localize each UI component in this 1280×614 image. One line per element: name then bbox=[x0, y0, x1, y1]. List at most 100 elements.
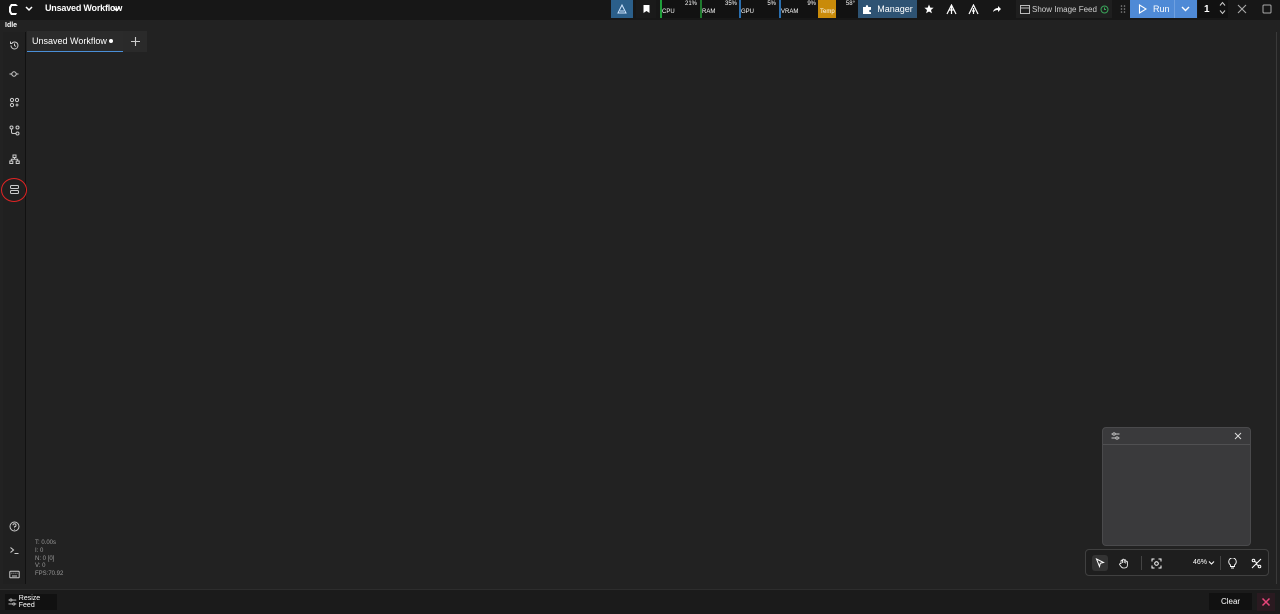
sidebar-item-model-library[interactable] bbox=[7, 123, 21, 137]
favorites-button[interactable] bbox=[919, 0, 939, 18]
run-button[interactable]: Run bbox=[1130, 0, 1197, 18]
image-feed-icon bbox=[1020, 4, 1030, 14]
minimap-panel[interactable] bbox=[1102, 427, 1251, 546]
run-divider bbox=[1174, 0, 1175, 18]
toolbar-separator bbox=[1141, 556, 1142, 570]
render-stats: T: 0.00s I: 0 N: 0 [0] V: 0 FPS:70.92 bbox=[35, 540, 63, 579]
comfy-hub-button[interactable] bbox=[611, 0, 633, 18]
manager-label: Manager bbox=[877, 4, 913, 14]
fit-view-button[interactable] bbox=[1148, 555, 1164, 571]
monitor-value: 9% bbox=[807, 1, 816, 7]
monitor-ram: 35% RAM bbox=[700, 0, 740, 18]
model-download-button[interactable] bbox=[963, 0, 983, 18]
workflow-title[interactable]: Unsaved Workflow bbox=[45, 3, 122, 13]
chevron-down-icon[interactable] bbox=[1180, 4, 1191, 14]
arch-download-icon bbox=[967, 3, 979, 14]
keyboard-icon bbox=[8, 570, 20, 578]
resize-icon bbox=[8, 598, 17, 606]
lightbulb-icon bbox=[1227, 557, 1237, 568]
sidebar-item-history[interactable] bbox=[7, 38, 21, 52]
history-icon bbox=[9, 40, 18, 49]
share-arrow-icon bbox=[993, 6, 1001, 12]
pointer-icon bbox=[1095, 558, 1105, 568]
select-mode-button[interactable] bbox=[1092, 555, 1108, 571]
show-image-feed-label: Show Image Feed bbox=[1032, 4, 1097, 14]
new-tab-button[interactable] bbox=[123, 31, 147, 52]
bookmark-button[interactable] bbox=[636, 0, 656, 18]
close-icon bbox=[1261, 597, 1271, 607]
arch-icon bbox=[945, 3, 957, 14]
drag-handle-icon[interactable] bbox=[1120, 4, 1126, 14]
batch-count-value[interactable]: 1 bbox=[1204, 4, 1210, 15]
workflows-icon bbox=[8, 154, 20, 164]
unsaved-dot-icon[interactable] bbox=[109, 39, 113, 43]
resize-feed-label: Resize Feed bbox=[18, 595, 41, 609]
maximize-button[interactable] bbox=[1258, 0, 1276, 18]
monitor-label: CPU bbox=[662, 9, 675, 15]
toggle-focus-button[interactable] bbox=[1224, 555, 1240, 571]
comfy-logo-icon[interactable] bbox=[6, 2, 20, 17]
image-feed-bar: Resize Feed Clear bbox=[0, 589, 1280, 614]
monitor-value: 35% bbox=[724, 1, 737, 7]
monitor-label: RAM bbox=[702, 9, 716, 15]
stat-i: I: 0 bbox=[35, 547, 44, 554]
top-menubar: Unsaved Workflow 21% CPU 35% RAM 5% GPU 9% VRAM… bbox=[0, 0, 1280, 20]
resize-feed-button[interactable]: Resize Feed bbox=[5, 594, 57, 610]
play-icon bbox=[1138, 4, 1147, 14]
clear-feed-button[interactable]: Clear bbox=[1209, 593, 1252, 610]
node-library-icon bbox=[9, 97, 19, 107]
chevron-down-icon[interactable] bbox=[1208, 560, 1215, 566]
monitor-value: 58° bbox=[845, 1, 855, 7]
batch-count-stepper[interactable]: 1 bbox=[1198, 0, 1228, 18]
sidebar-item-queue[interactable] bbox=[7, 67, 21, 81]
link-visibility-icon bbox=[1251, 558, 1261, 568]
pan-mode-button[interactable] bbox=[1115, 555, 1131, 571]
tab-unsaved-workflow[interactable]: Unsaved Workflow bbox=[27, 31, 123, 52]
show-image-feed-button[interactable]: Show Image Feed bbox=[1016, 0, 1112, 18]
monitor-value: 5% bbox=[767, 1, 776, 7]
sidebar-item-node-library[interactable] bbox=[7, 95, 21, 109]
stat-fps: FPS:70.92 bbox=[35, 571, 64, 578]
settings-icon[interactable] bbox=[1111, 432, 1120, 440]
clear-label: Clear bbox=[1220, 597, 1241, 606]
puzzle-icon bbox=[863, 4, 872, 14]
close-icon[interactable] bbox=[1234, 432, 1242, 440]
stat-v: V: 0 bbox=[35, 563, 46, 570]
sidebar-item-help[interactable] bbox=[7, 519, 21, 533]
close-button[interactable] bbox=[1233, 0, 1251, 18]
sidebar-item-workflows[interactable] bbox=[7, 152, 21, 166]
share-button[interactable] bbox=[987, 0, 1007, 18]
chevron-down-icon[interactable] bbox=[112, 4, 121, 14]
plus-icon bbox=[130, 37, 140, 46]
queue-status: Idle bbox=[5, 22, 18, 29]
sidebar-item-terminal[interactable] bbox=[7, 543, 21, 557]
zoom-level: 46% bbox=[1193, 559, 1208, 566]
hand-icon bbox=[1118, 558, 1128, 568]
help-icon bbox=[9, 521, 19, 531]
run-label: Run bbox=[1153, 4, 1170, 14]
model-manager-button[interactable] bbox=[941, 0, 961, 18]
star-icon bbox=[924, 4, 934, 14]
side-toolbar bbox=[1, 32, 27, 584]
terminal-icon bbox=[9, 546, 18, 554]
minimap-header bbox=[1103, 428, 1250, 445]
monitor-cpu: 21% CPU bbox=[660, 0, 700, 18]
chevron-down-icon[interactable] bbox=[24, 3, 34, 15]
toggle-links-button[interactable] bbox=[1248, 555, 1264, 571]
monitor-value: 21% bbox=[684, 1, 697, 7]
decrement-icon[interactable] bbox=[1219, 9, 1226, 15]
sidebar-item-keybindings[interactable] bbox=[7, 567, 21, 581]
fit-view-icon bbox=[1151, 558, 1161, 568]
stat-time: T: 0.00s bbox=[35, 540, 57, 546]
monitor-gpu: 5% GPU bbox=[739, 0, 779, 18]
close-feed-button[interactable] bbox=[1257, 593, 1275, 611]
increment-icon[interactable] bbox=[1219, 1, 1226, 7]
highlight-ring bbox=[1, 178, 27, 202]
model-library-icon bbox=[9, 125, 19, 135]
canvas-toolbar: 46% bbox=[1085, 549, 1269, 576]
tab-label: Unsaved Workflow bbox=[32, 36, 107, 46]
feed-status-icon bbox=[1100, 5, 1109, 13]
monitor-temp: 58° Temp bbox=[818, 0, 858, 18]
manager-button[interactable]: Manager bbox=[858, 0, 917, 18]
monitor-label: GPU bbox=[741, 9, 755, 15]
